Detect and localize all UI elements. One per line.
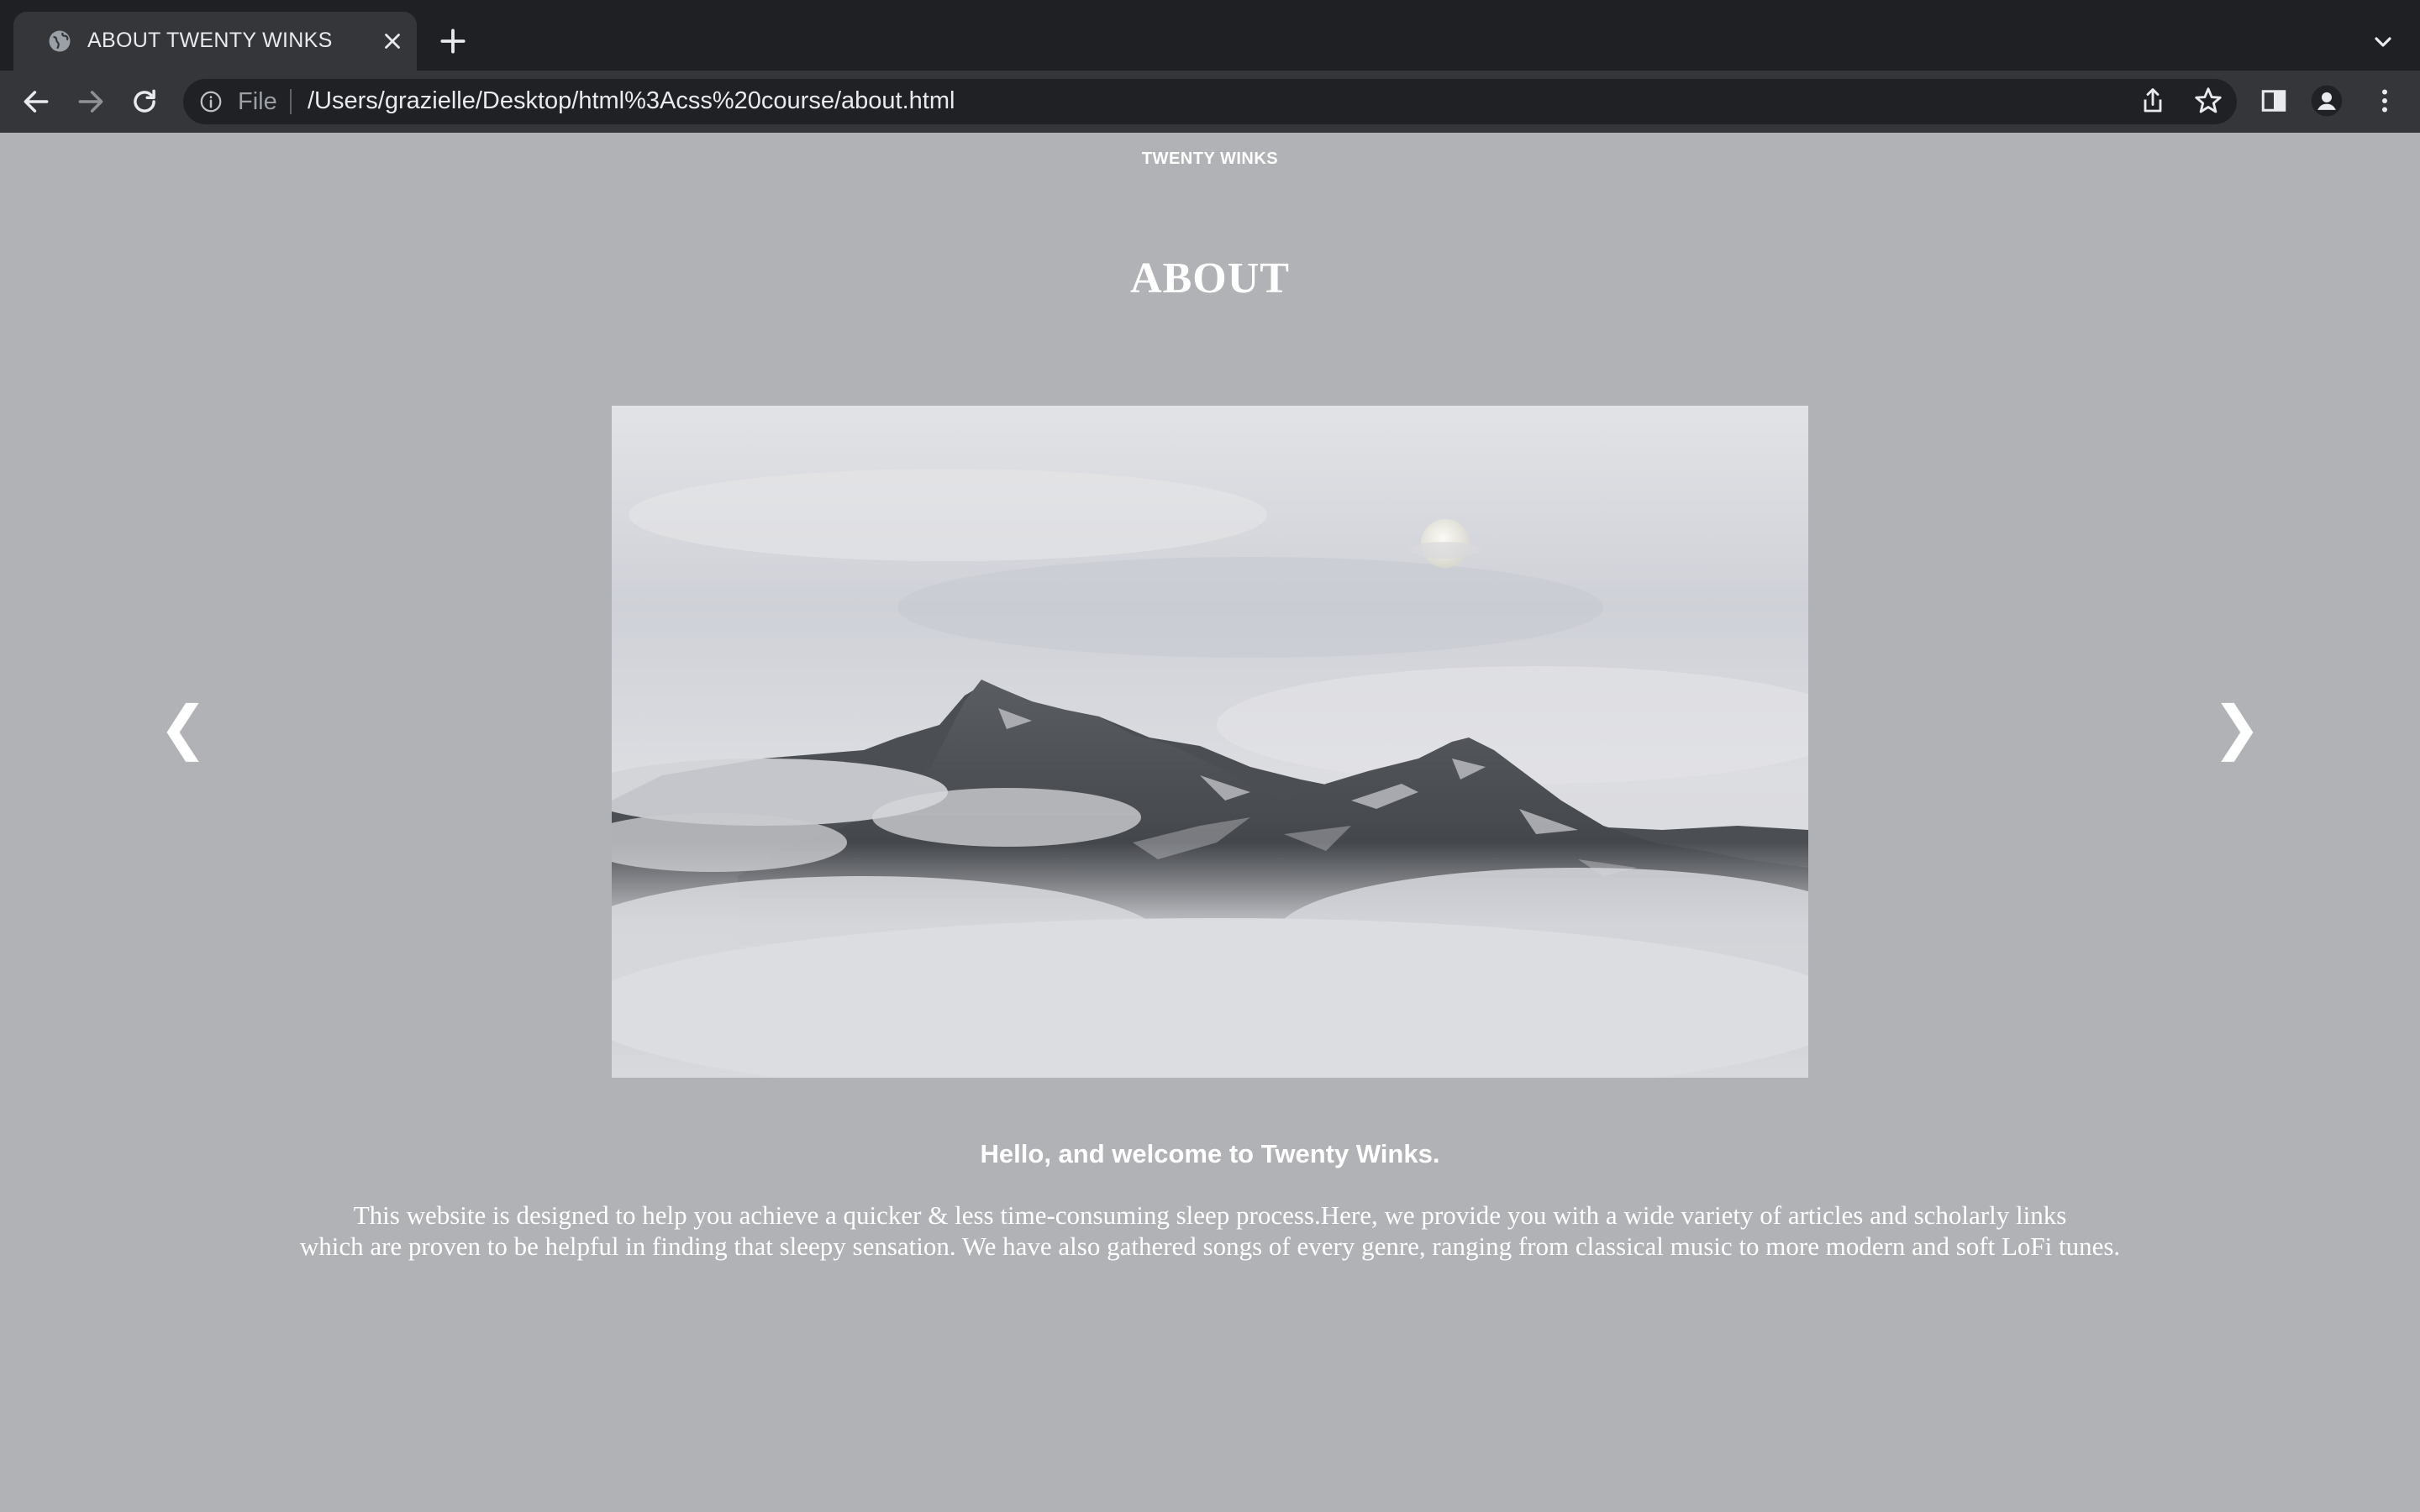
back-arrow-icon[interactable] (20, 86, 52, 118)
site-brand[interactable]: TWENTY WINKS (0, 150, 2420, 169)
intro-paragraph: This website is designed to help you ach… (244, 1200, 2176, 1262)
browser-tab[interactable]: ABOUT TWENTY WINKS (13, 12, 417, 71)
forward-arrow-icon[interactable] (75, 86, 107, 118)
side-panel-icon[interactable] (2259, 86, 2289, 116)
chevron-down-icon[interactable] (2370, 29, 2396, 55)
slideshow-prev-button[interactable]: ❮ (158, 694, 208, 761)
omnibox-divider (290, 89, 292, 114)
page-title: ABOUT (1130, 255, 1290, 302)
reload-icon[interactable] (129, 86, 160, 118)
plus-icon[interactable] (437, 25, 469, 57)
tab-title: ABOUT TWENTY WINKS (87, 29, 333, 52)
welcome-heading: Hello, and welcome to Twenty Winks. (980, 1139, 1440, 1168)
slideshow-image (612, 406, 1808, 1078)
info-icon[interactable] (198, 89, 224, 114)
share-icon[interactable] (2138, 86, 2168, 116)
star-icon[interactable] (2192, 85, 2224, 117)
url-scheme-label: File (238, 88, 277, 115)
globe-icon (49, 30, 71, 52)
slideshow-next-button[interactable]: ❯ (2212, 694, 2262, 761)
intro-line: This website is designed to help you ach… (353, 1200, 2067, 1230)
profile-icon[interactable] (2310, 84, 2344, 118)
mountain-photo (612, 406, 1808, 1078)
close-icon[interactable] (380, 29, 405, 54)
intro-line: which are proven to be helpful in findin… (299, 1231, 2121, 1261)
url-text[interactable]: /Users/grazielle/Desktop/html%3Acss%20co… (308, 87, 955, 115)
more-vert-icon[interactable] (2370, 84, 2400, 118)
